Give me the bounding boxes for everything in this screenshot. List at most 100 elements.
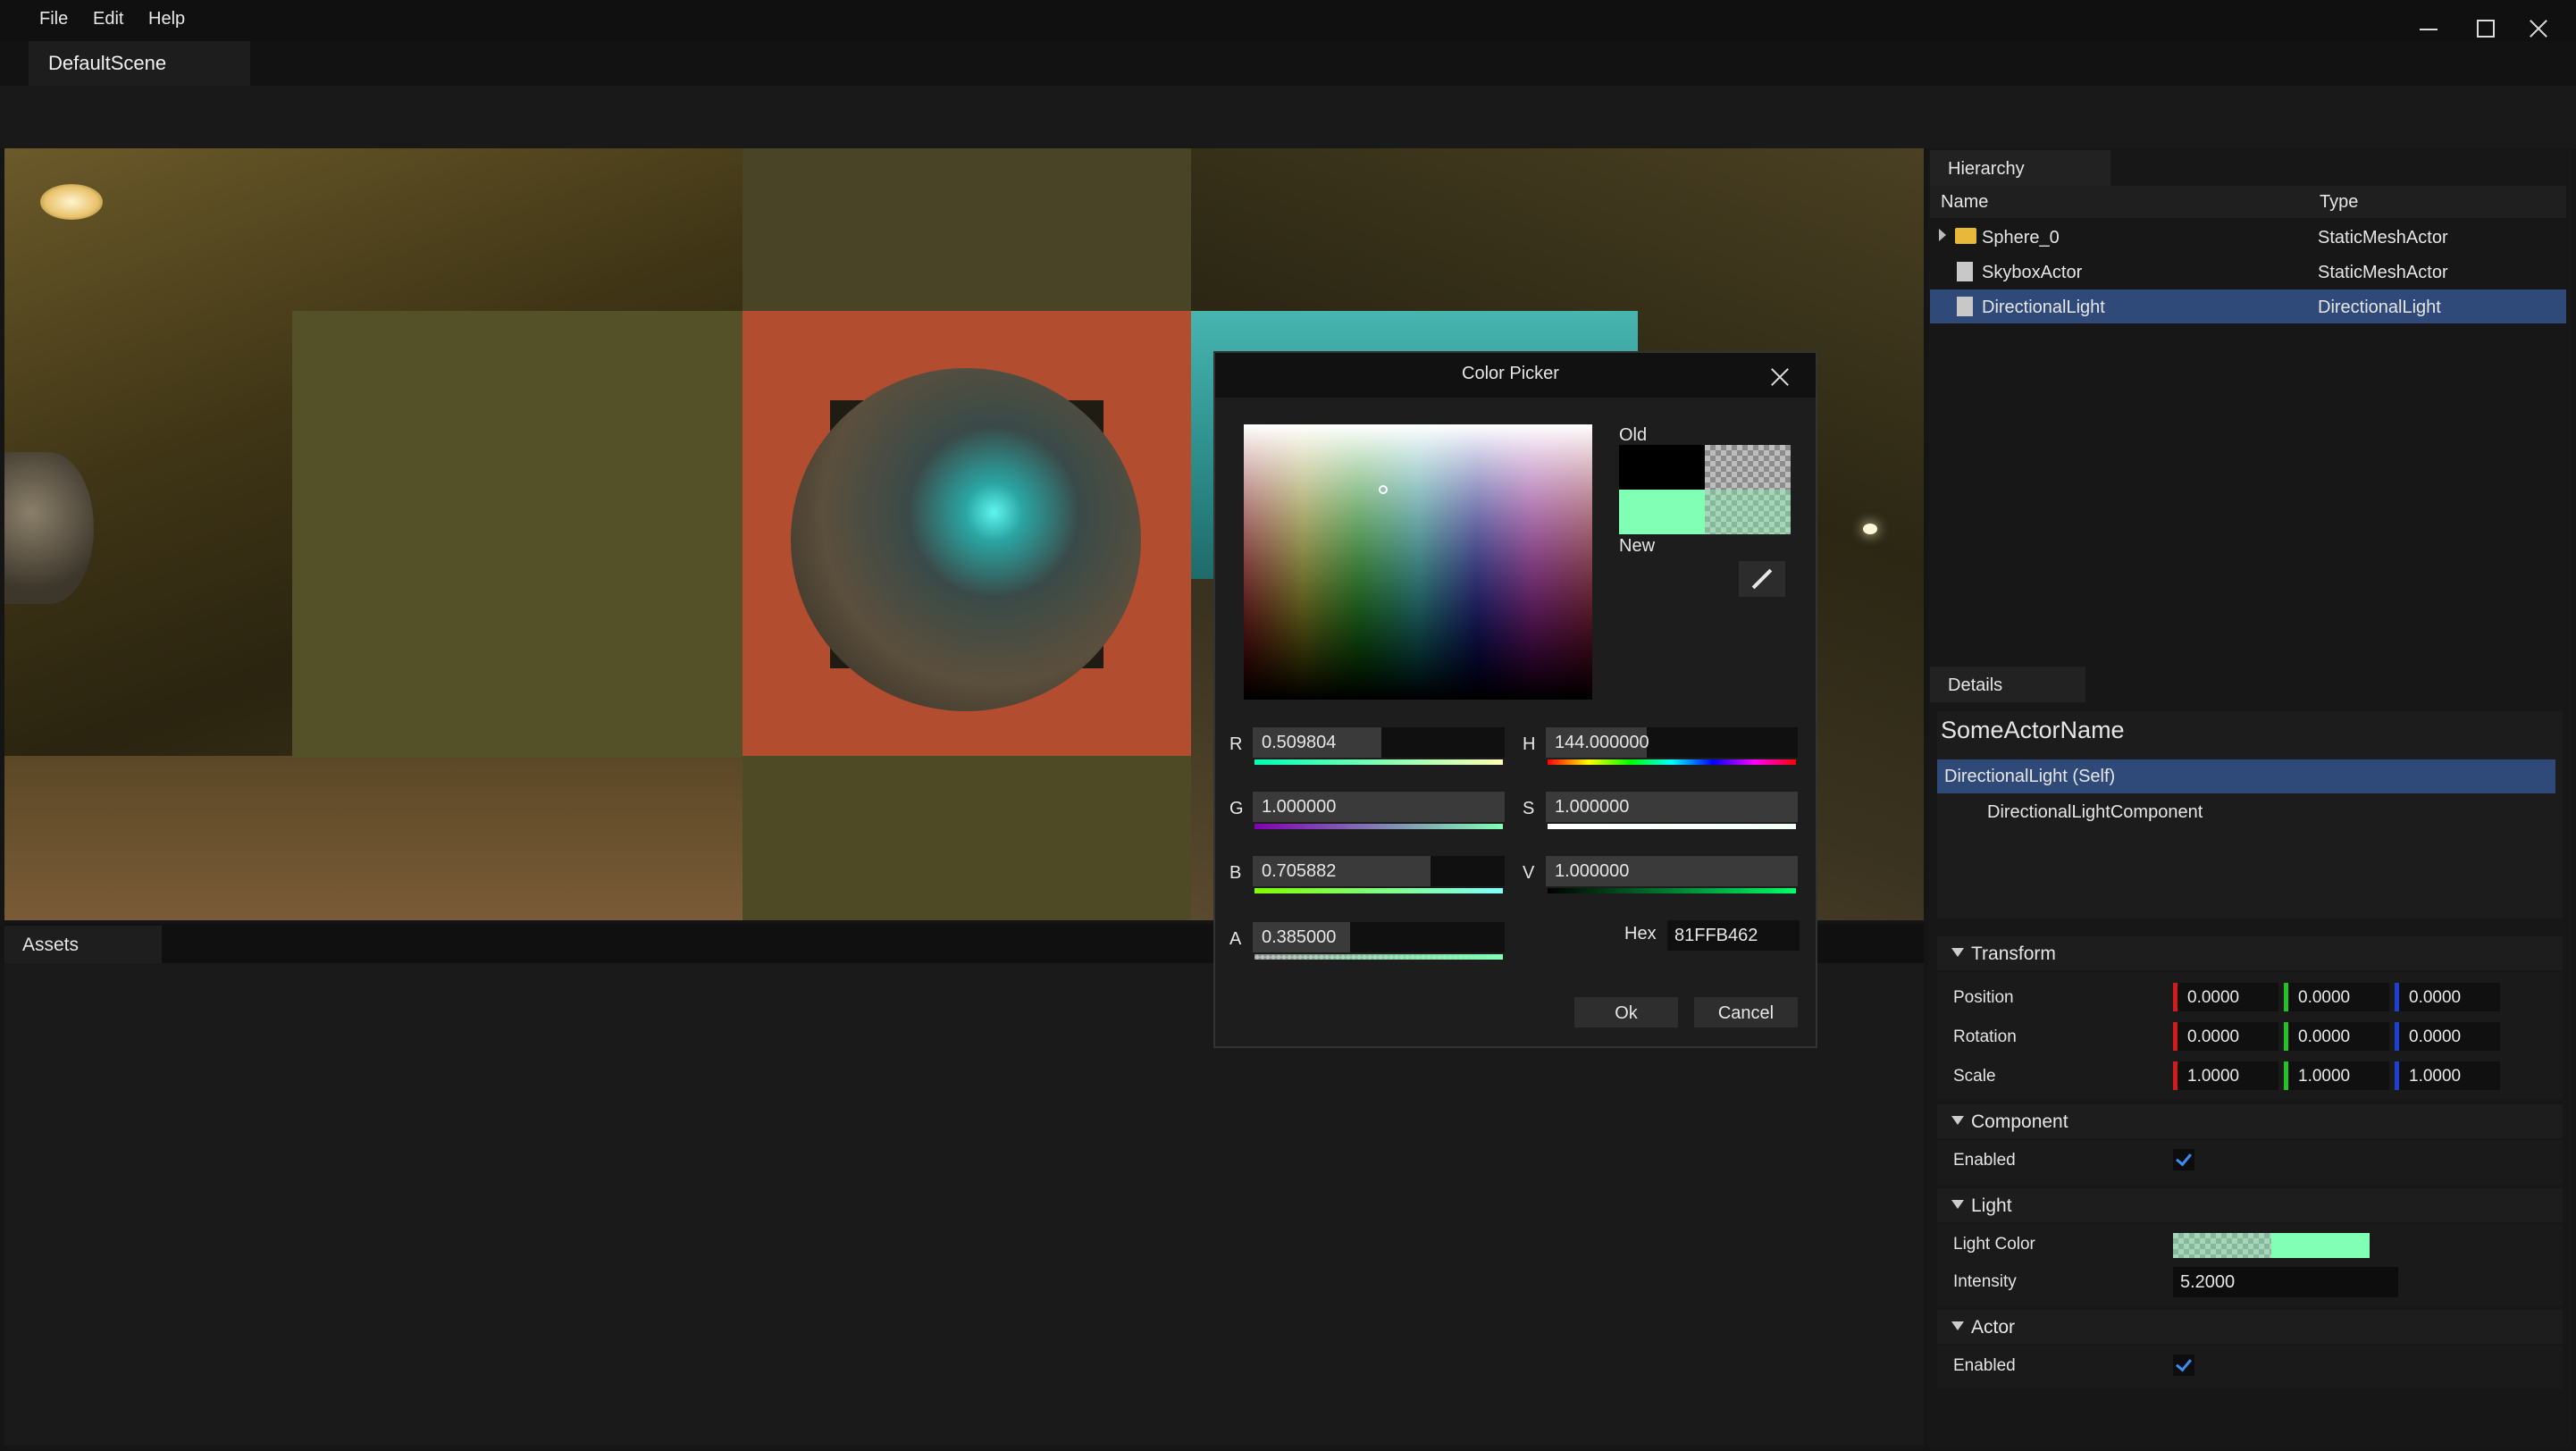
rotation-x-field[interactable]: 0.0000 (2173, 1022, 2278, 1051)
intensity-input[interactable]: 5.2000 (2173, 1267, 2398, 1297)
assets-tab-label: Assets (22, 935, 80, 955)
new-label: New (1619, 536, 1656, 556)
skybox-top-face (743, 148, 1191, 311)
component-row-directional-light-component[interactable]: DirectionalLightComponent (1987, 802, 2203, 823)
eyedropper-icon[interactable] (1739, 561, 1785, 597)
section-title: Light (1971, 1195, 2012, 1216)
position-label: Position (1953, 988, 2014, 1007)
metallic-sphere (791, 368, 1141, 711)
value: 0.0000 (2187, 988, 2240, 1007)
collapse-arrow-icon (1951, 1116, 1964, 1125)
row-type: DirectionalLight (2318, 298, 2441, 317)
section-light[interactable]: Light (1937, 1188, 2563, 1222)
color-cursor[interactable] (1379, 485, 1388, 494)
section-title: Component (1971, 1111, 2068, 1132)
section-component[interactable]: Component (1937, 1104, 2563, 1138)
tab-details[interactable]: Details (1930, 667, 2085, 702)
channel-s-input[interactable]: 1.000000 (1546, 792, 1798, 822)
details-tab-label: Details (1948, 675, 2003, 695)
new-color-alpha (1705, 490, 1791, 534)
channel-a-gradient (1254, 954, 1503, 960)
rotation-label: Rotation (1953, 1027, 2017, 1046)
color-picker-titlebar[interactable]: Color Picker (1215, 353, 1816, 398)
rotation-z-field[interactable]: 0.0000 (2395, 1022, 2500, 1051)
tab-hierarchy[interactable]: Hierarchy (1930, 150, 2110, 186)
hierarchy-row-sphere[interactable]: Sphere_0 StaticMeshActor (1930, 220, 2566, 254)
section-transform[interactable]: Transform (1937, 936, 2563, 970)
channel-a-value: 0.385000 (1262, 927, 1337, 947)
hierarchy-tab-label: Hierarchy (1948, 159, 2025, 179)
cancel-button[interactable]: Cancel (1694, 997, 1798, 1027)
channel-g-value: 1.000000 (1262, 797, 1337, 817)
actor-name: SomeActorName (1941, 717, 2125, 743)
channel-v-gradient (1548, 888, 1796, 893)
actor-enabled-label: Enabled (1953, 1356, 2016, 1375)
channel-v-value: 1.000000 (1555, 861, 1630, 881)
minimize-icon[interactable] (2412, 13, 2448, 45)
section-title: Transform (1971, 944, 2056, 964)
partial-sphere (4, 452, 94, 604)
hierarchy-header: Name Type (1930, 186, 2566, 218)
position-y-field[interactable]: 0.0000 (2284, 983, 2389, 1011)
channel-a-input[interactable]: 0.385000 (1253, 922, 1505, 952)
hierarchy-row-skybox[interactable]: SkyboxActor StaticMeshActor (1930, 255, 2566, 289)
scale-x-field[interactable]: 1.0000 (2173, 1061, 2278, 1090)
new-color-opaque (1619, 490, 1705, 534)
channel-h-value: 144.000000 (1555, 733, 1649, 752)
dialog-title: Color Picker (1462, 364, 1559, 383)
actor-enabled-checkbox[interactable] (2173, 1355, 2194, 1376)
close-icon[interactable] (1767, 365, 1792, 390)
scale-z-field[interactable]: 1.0000 (2395, 1061, 2500, 1090)
value: 0.0000 (2298, 988, 2351, 1007)
intensity-value: 5.2000 (2180, 1272, 2236, 1292)
folder-icon (1955, 228, 1976, 244)
channel-g-gradient (1254, 824, 1503, 829)
color-gradient-square[interactable] (1244, 424, 1592, 700)
menu-file[interactable]: File (39, 9, 68, 29)
position-z-field[interactable]: 0.0000 (2395, 983, 2500, 1011)
scale-y-field[interactable]: 1.0000 (2284, 1061, 2389, 1090)
channel-b-label: B (1229, 863, 1242, 883)
row-type: StaticMeshActor (2318, 228, 2448, 247)
col-name-header[interactable]: Name (1941, 192, 1988, 213)
actor-body (1937, 1346, 2563, 1388)
channel-a-label: A (1229, 929, 1242, 949)
menu-help[interactable]: Help (148, 9, 185, 29)
value: 0.0000 (2409, 988, 2462, 1007)
ok-button[interactable]: Ok (1574, 997, 1678, 1027)
menu-edit[interactable]: Edit (93, 9, 123, 29)
collapse-arrow-icon (1951, 948, 1964, 957)
tab-default-scene[interactable]: DefaultScene (29, 41, 250, 86)
component-enabled-label: Enabled (1953, 1151, 2016, 1170)
close-icon[interactable] (2521, 13, 2557, 45)
channel-s-gradient (1548, 824, 1796, 829)
light-color-swatch[interactable] (2173, 1233, 2370, 1258)
channel-b-value: 0.705882 (1262, 861, 1337, 881)
tab-assets[interactable]: Assets (4, 926, 162, 963)
channel-b-input[interactable]: 0.705882 (1253, 856, 1505, 886)
component-row-self[interactable]: DirectionalLight (Self) (1937, 759, 2555, 793)
position-x-field[interactable]: 0.0000 (2173, 983, 2278, 1011)
value: 1.0000 (2298, 1067, 2351, 1086)
component-body (1937, 1140, 2563, 1185)
channel-v-input[interactable]: 1.000000 (1546, 856, 1798, 886)
channel-g-input[interactable]: 1.000000 (1253, 792, 1505, 822)
channel-h-input[interactable]: 144.000000 (1546, 727, 1798, 758)
hierarchy-row-directional-light[interactable]: DirectionalLight DirectionalLight (1930, 289, 2566, 323)
component-enabled-checkbox[interactable] (2173, 1149, 2194, 1170)
channel-r-input[interactable]: 0.509804 (1253, 727, 1505, 758)
section-actor[interactable]: Actor (1937, 1310, 2563, 1344)
old-color-opaque (1619, 445, 1705, 490)
channel-h-label: H (1523, 734, 1536, 754)
scale-label: Scale (1953, 1067, 1996, 1086)
rotation-y-field[interactable]: 0.0000 (2284, 1022, 2389, 1051)
col-type-header[interactable]: Type (2320, 192, 2358, 213)
light-color-alpha (2173, 1233, 2271, 1258)
collapse-arrow-icon (1951, 1200, 1964, 1209)
value: 0.0000 (2187, 1027, 2240, 1046)
scene-tab-bar (0, 41, 2576, 86)
channel-g-label: G (1229, 799, 1244, 818)
maximize-icon[interactable] (2468, 13, 2504, 45)
hex-input[interactable]: 81FFB462 (1667, 920, 1800, 951)
expand-arrow-icon[interactable] (1939, 229, 1946, 241)
